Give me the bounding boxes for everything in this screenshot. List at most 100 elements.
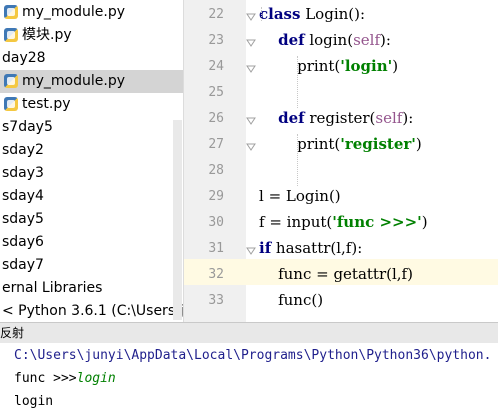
code-token: login( — [304, 31, 354, 49]
line-number: 31 — [208, 241, 224, 256]
tree-item-label: sday4 — [2, 188, 44, 204]
indent-guide — [297, 134, 298, 186]
code-token: hasattr(l,f): — [271, 239, 363, 257]
line-number: 25 — [208, 85, 224, 100]
project-tree: my_module.py 模块.py day28 my_module.py test.p… — [0, 0, 184, 322]
fold-marker-icon[interactable] — [246, 241, 256, 255]
tree-item-label: 模块.py — [22, 27, 72, 43]
code-line[interactable]: class Login(): — [259, 1, 365, 27]
code-token: print( — [259, 135, 341, 153]
tree-item-label: sday2 — [2, 142, 44, 158]
code-token: if — [259, 239, 272, 257]
indent-guide — [261, 7, 262, 21]
tree-item[interactable]: sday6 — [0, 231, 183, 254]
indent-guide — [297, 56, 298, 108]
line-number: 23 — [208, 33, 224, 48]
fold-marker-icon[interactable] — [246, 59, 256, 73]
run-user-input: login — [76, 371, 116, 386]
fold-marker-icon[interactable] — [246, 111, 256, 125]
tree-item[interactable]: sday5 — [0, 208, 183, 231]
fold-marker-icon[interactable] — [246, 137, 256, 151]
tree-item-label: test.py — [22, 96, 71, 112]
tree-item-label: s7day5 — [2, 119, 53, 135]
code-token: l = Login() — [259, 187, 341, 205]
line-number: 26 — [208, 111, 224, 126]
code-token: Login(): — [300, 5, 366, 23]
code-token: print( — [259, 57, 341, 75]
run-prompt: func >>> — [14, 371, 77, 386]
code-token: 'login' — [340, 57, 393, 75]
code-line[interactable]: print('login') — [259, 53, 398, 79]
code-token: register( — [304, 109, 376, 127]
code-editor[interactable]: 22 23 24 25 26 27 28 29 30 31 32 33 class Login(): d… — [184, 0, 498, 322]
code-token: def — [278, 31, 305, 49]
python-file-icon — [4, 97, 18, 111]
line-number: 33 — [208, 293, 224, 308]
code-line[interactable]: def login(self): — [259, 27, 391, 53]
tree-item-label: ernal Libraries — [2, 280, 103, 296]
line-number: 29 — [208, 189, 224, 204]
run-result-line: login — [14, 394, 54, 409]
run-prompt-line: func >>>login — [14, 368, 116, 390]
code-token: func() — [259, 291, 324, 309]
code-line[interactable]: if hasattr(l,f): — [259, 235, 362, 261]
code-token: f = input( — [259, 213, 333, 231]
code-token: 'func >>>' — [332, 213, 422, 231]
line-number: 28 — [208, 163, 224, 178]
code-line[interactable]: print('register') — [259, 131, 422, 157]
line-number: 24 — [208, 59, 224, 74]
tree-item[interactable]: my_module.py — [0, 70, 183, 93]
python-file-icon — [4, 5, 18, 19]
fold-marker-icon[interactable] — [246, 33, 256, 47]
code-token: 'register' — [340, 135, 416, 153]
tree-item[interactable]: sday2 — [0, 139, 183, 162]
run-output[interactable]: C:\Users\junyi\AppData\Local\Programs\Py… — [0, 343, 498, 414]
code-token: ) — [392, 57, 399, 75]
line-number: 22 — [208, 7, 224, 22]
line-number: 27 — [208, 137, 224, 152]
fold-marker-icon[interactable] — [246, 7, 256, 21]
code-token: self — [375, 109, 403, 127]
tree-item[interactable]: test.py — [0, 93, 183, 116]
tree-item-label: sday5 — [2, 211, 44, 227]
tree-item-label: my_module.py — [22, 4, 126, 20]
run-command-line: C:\Users\junyi\AppData\Local\Programs\Py… — [14, 348, 492, 363]
tree-item[interactable]: ernal Libraries — [0, 277, 183, 300]
code-token: class — [259, 5, 301, 23]
line-number: 30 — [208, 215, 224, 230]
tree-item[interactable]: day28 — [0, 47, 183, 70]
tree-scrollbar[interactable] — [173, 120, 182, 320]
tree-item[interactable]: < Python 3.6.1 (C:\Users\jun — [0, 300, 183, 322]
tree-item-label: sday7 — [2, 257, 44, 273]
code-line[interactable]: f = input('func >>>') — [259, 209, 428, 235]
tree-item-label: my_module.py — [22, 73, 126, 89]
code-token: ): — [380, 31, 391, 49]
code-token: self — [353, 31, 381, 49]
code-line[interactable]: l = Login() — [259, 183, 341, 209]
code-token: func = getattr(l,f) — [259, 265, 413, 283]
tree-item-label: < Python 3.6.1 (C:\Users\jun — [2, 303, 184, 319]
tree-item-label: sday6 — [2, 234, 44, 250]
code-line[interactable]: func = getattr(l,f) — [259, 261, 413, 287]
tree-item[interactable]: s7day5 — [0, 116, 183, 139]
tree-item[interactable]: sday3 — [0, 162, 183, 185]
tree-item[interactable]: sday7 — [0, 254, 183, 277]
line-number: 32 — [208, 267, 224, 282]
code-token: def — [278, 109, 305, 127]
code-line[interactable]: def register(self): — [259, 105, 413, 131]
code-line[interactable]: func() — [259, 287, 323, 313]
python-file-icon — [4, 28, 18, 42]
run-panel-header[interactable]: 反射 — [0, 322, 498, 343]
run-panel-title: 反射 — [0, 326, 25, 340]
code-token: ) — [421, 213, 428, 231]
tree-item[interactable]: my_module.py — [0, 1, 183, 24]
code-token: ): — [402, 109, 414, 127]
code-token: ) — [415, 135, 422, 153]
python-file-icon — [4, 74, 18, 88]
tree-item-label: sday3 — [2, 165, 44, 181]
tree-item[interactable]: 模块.py — [0, 24, 183, 47]
tree-item-label: day28 — [2, 50, 46, 66]
tree-item[interactable]: sday4 — [0, 185, 183, 208]
